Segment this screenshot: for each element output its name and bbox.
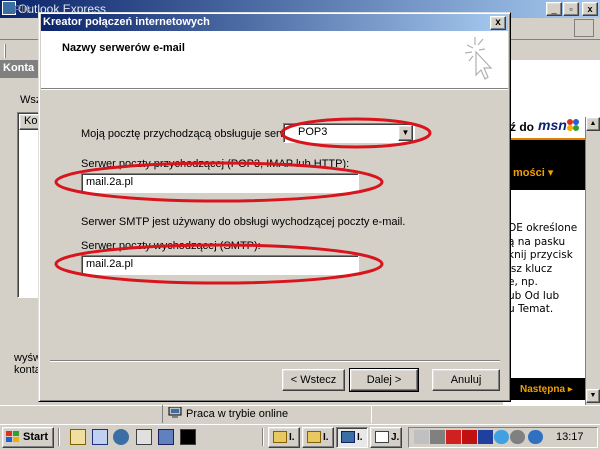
next-tip-link[interactable]: Następna ▸ bbox=[520, 384, 573, 395]
tip-text: OE określone ą na pasku knij przycisk is… bbox=[508, 222, 588, 317]
maximize-button[interactable]: ▫ bbox=[563, 2, 579, 16]
close-window-button[interactable]: x bbox=[582, 2, 598, 16]
taskbar-item-folder-2[interactable]: I. bbox=[302, 427, 334, 448]
incoming-server-type-value: POP3 bbox=[298, 126, 328, 138]
quicklaunch-desktop-icon[interactable] bbox=[70, 429, 86, 445]
network-icon[interactable] bbox=[430, 430, 445, 444]
tip-line: isz klucz bbox=[508, 262, 553, 275]
toolbar-grip bbox=[4, 44, 6, 58]
tip-line: ą na pasku bbox=[508, 235, 566, 248]
taskbar-item-label: I. bbox=[323, 432, 329, 443]
taskbar-item-label: I. bbox=[289, 432, 295, 443]
tip-line: ub Od lub bbox=[508, 289, 560, 302]
incoming-server-type-label: Moją pocztę przychodzącą obsługuje serwe… bbox=[81, 128, 301, 140]
taskbar-separator-2 bbox=[262, 428, 264, 446]
antivirus-icon[interactable] bbox=[446, 430, 461, 444]
outlook-icon bbox=[341, 431, 355, 443]
taskbar-item-outlook[interactable]: I. bbox=[336, 427, 368, 448]
dialog-separator bbox=[50, 360, 500, 362]
back-button[interactable]: < Wstecz bbox=[282, 369, 345, 391]
quicklaunch-explorer-icon[interactable] bbox=[92, 429, 108, 445]
taskbar-item-label: J. bbox=[391, 432, 400, 443]
minimize-button[interactable]: _ bbox=[546, 2, 562, 16]
taskbar-separator bbox=[58, 428, 60, 446]
folder-icon bbox=[307, 431, 321, 443]
chevron-down-icon[interactable]: ▼ bbox=[398, 125, 413, 141]
accounts-footer-text-2: konta bbox=[14, 364, 41, 376]
taskbar-item-label: I. bbox=[357, 432, 363, 443]
wizard-cursor-icon bbox=[464, 37, 493, 80]
news-band bbox=[503, 140, 585, 190]
volume-icon[interactable] bbox=[414, 430, 429, 444]
dialog-title: Kreator połączeń internetowych bbox=[43, 16, 210, 28]
accounts-footer-text: wyśw bbox=[14, 352, 41, 364]
dialog-close-button[interactable]: x bbox=[490, 16, 506, 30]
tray-globe-icon[interactable] bbox=[528, 430, 543, 444]
tip-line: u Temat. bbox=[508, 303, 554, 315]
tip-line: OE określone bbox=[508, 222, 578, 234]
quicklaunch-cmd-icon[interactable] bbox=[180, 429, 196, 445]
next-button[interactable]: Dalej > bbox=[350, 369, 418, 391]
scroll-down-arrow-icon[interactable]: ▼ bbox=[586, 389, 600, 403]
scroll-up-arrow-icon[interactable]: ▲ bbox=[586, 117, 600, 131]
online-computer-icon bbox=[168, 407, 182, 418]
outgoing-server-input[interactable]: mail.2a.pl bbox=[81, 255, 359, 275]
document-icon bbox=[375, 431, 389, 443]
quicklaunch-outlook-icon[interactable] bbox=[158, 429, 174, 445]
incoming-server-input[interactable]: mail.2a.pl bbox=[81, 173, 359, 193]
ati-icon[interactable] bbox=[462, 430, 477, 444]
taskbar-item-folder-1[interactable]: I. bbox=[268, 427, 300, 448]
quicklaunch-ie-icon[interactable] bbox=[113, 429, 129, 445]
dialog-header bbox=[41, 31, 508, 89]
language-pl-icon[interactable] bbox=[478, 430, 493, 444]
tray-misc-icon[interactable] bbox=[510, 430, 525, 444]
outgoing-server-label: Serwer poczty wychodzącej (SMTP): bbox=[81, 240, 261, 252]
tip-line: e, np. bbox=[508, 276, 538, 288]
incoming-server-label: Serwer poczty przychodzącej (POP3, IMAP … bbox=[81, 158, 350, 170]
windows-logo-icon bbox=[6, 431, 19, 442]
taskbar-item-document[interactable]: J. bbox=[370, 427, 402, 448]
quicklaunch-media-icon[interactable] bbox=[136, 429, 152, 445]
msn-prefix-text: ź do bbox=[510, 120, 534, 134]
vertical-scrollbar[interactable]: ▲ ▼ bbox=[585, 117, 600, 405]
folder-icon bbox=[273, 431, 287, 443]
status-text: Praca w trybie online bbox=[186, 408, 289, 420]
smtp-info-text: Serwer SMTP jest używany do obsługi wych… bbox=[81, 216, 406, 228]
clock[interactable]: 13:17 bbox=[556, 431, 584, 443]
cancel-button[interactable]: Anuluj bbox=[432, 369, 500, 391]
msn-logo[interactable]: msn bbox=[538, 117, 567, 133]
dialog-heading: Nazwy serwerów e-mail bbox=[62, 42, 185, 54]
windows-flag-icon bbox=[574, 19, 594, 37]
msn-butterfly-icon bbox=[567, 119, 579, 131]
messenger-icon[interactable] bbox=[494, 430, 509, 444]
accounts-panel-title: Konta bbox=[0, 60, 40, 78]
tip-line: knij przycisk bbox=[508, 249, 573, 261]
news-dropdown[interactable]: mości ▾ bbox=[513, 166, 553, 179]
menu-file[interactable]: Plik bbox=[14, 4, 32, 16]
